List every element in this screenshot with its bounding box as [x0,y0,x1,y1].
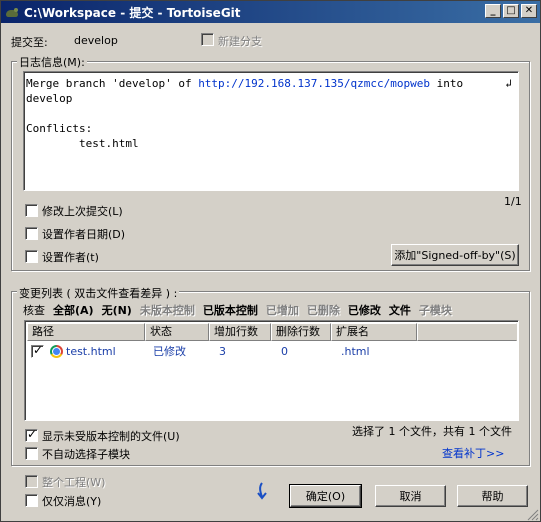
resize-grip-icon[interactable] [527,509,539,521]
cancel-button[interactable]: 取消 [375,485,446,507]
branch-name: develop [74,34,118,47]
filter-bar: 核查 全部(A) 无(N) 未版本控制 已版本控制 已增加 已删除 已修改 文件… [23,302,452,318]
message-counter: 1/1 [504,195,522,208]
new-branch-checkbox[interactable] [201,33,214,46]
minimize-button[interactable]: _ [485,4,501,18]
ok-button[interactable]: 确定(O) [289,484,362,508]
column-deleted[interactable]: 删除行数 [271,323,331,341]
column-ext[interactable]: 扩展名 [331,323,417,341]
row-path: test.html [66,344,116,358]
amend-checkbox[interactable] [25,204,38,217]
filter-added[interactable]: 已增加 [266,302,299,318]
close-button[interactable]: ✕ [521,4,537,18]
arrow-down-icon [257,482,267,500]
help-button[interactable]: 帮助 [457,485,528,507]
wrap-icon: ↲ [505,77,512,90]
message-line-1: Merge branch 'develop' of http://192.168… [26,77,464,90]
filter-submodules[interactable]: 子模块 [419,302,452,318]
whole-project-checkbox[interactable] [25,475,38,488]
column-status[interactable]: 状态 [145,323,209,341]
row-checkbox[interactable] [31,343,44,358]
set-author-label: 设置作者(t) [42,251,99,264]
filter-all[interactable]: 全部(A) [53,302,94,318]
filter-check[interactable]: 核查 [23,302,45,318]
filter-modified[interactable]: 已修改 [348,302,381,318]
filter-versioned[interactable]: 已版本控制 [203,302,258,318]
title-bar[interactable]: C:\Workspace - 提交 - TortoiseGit _ □ ✕ [1,1,540,23]
signed-off-button[interactable]: 添加"Signed-off-by"(S) [391,244,519,266]
message-url: http://192.168.137.135/qzmcc/mopweb [198,77,430,90]
commit-message-editor[interactable]: Merge branch 'develop' of http://192.168… [23,71,519,191]
no-autoselect-label: 不自动选择子模块 [42,448,130,461]
show-unversioned-label: 显示未受版本控制的文件(U) [42,430,180,443]
commit-dialog: C:\Workspace - 提交 - TortoiseGit _ □ ✕ 提交… [0,0,541,522]
message-line-5: test.html [26,137,139,150]
chrome-icon [50,344,63,358]
tortoise-icon [5,5,19,19]
column-added[interactable]: 增加行数 [209,323,271,341]
file-list[interactable]: 路径 状态 增加行数 删除行数 扩展名 test.html 已修改 3 0 .h… [24,320,519,421]
commit-to-label: 提交至: [11,36,48,49]
table-row[interactable]: test.html 已修改 3 0 .html [27,342,421,360]
filter-deleted[interactable]: 已删除 [307,302,340,318]
new-branch-label: 新建分支 [218,35,262,48]
view-patch-link[interactable]: 查看补丁>> [442,445,504,461]
message-only-label: 仅仅消息(Y) [42,495,102,508]
message-line-2: develop [26,92,73,105]
row-ext: .html [341,344,370,358]
whole-project-label: 整个工程(W) [42,476,106,489]
column-path[interactable]: 路径 [27,323,145,341]
selection-summary: 选择了 1 个文件，共有 1 个文件 [352,425,512,438]
row-added: 3 [219,344,226,358]
column-filler [417,323,517,341]
filter-none[interactable]: 无(N) [102,302,132,318]
message-line-4: Conflicts: [26,122,93,135]
file-list-header: 路径 状态 增加行数 删除行数 扩展名 [27,323,517,341]
filter-unversioned[interactable]: 未版本控制 [140,302,195,318]
set-author-checkbox[interactable] [25,250,38,263]
maximize-button[interactable]: □ [503,4,519,18]
row-status: 已修改 [153,345,186,358]
message-group-title: 日志信息(M): [17,54,87,70]
message-line-3 [26,106,516,121]
amend-label: 修改上次提交(L) [42,205,123,218]
row-deleted: 0 [281,344,288,358]
message-only-checkbox[interactable] [25,494,38,507]
window-title: C:\Workspace - 提交 - TortoiseGit [24,5,241,20]
no-autoselect-checkbox[interactable] [25,447,38,460]
set-date-checkbox[interactable] [25,227,38,240]
changes-group-title: 变更列表 ( 双击文件查看差异 ) : [17,285,180,301]
filter-files[interactable]: 文件 [389,302,411,318]
show-unversioned-checkbox[interactable] [25,427,38,442]
set-date-label: 设置作者日期(D) [42,228,126,241]
